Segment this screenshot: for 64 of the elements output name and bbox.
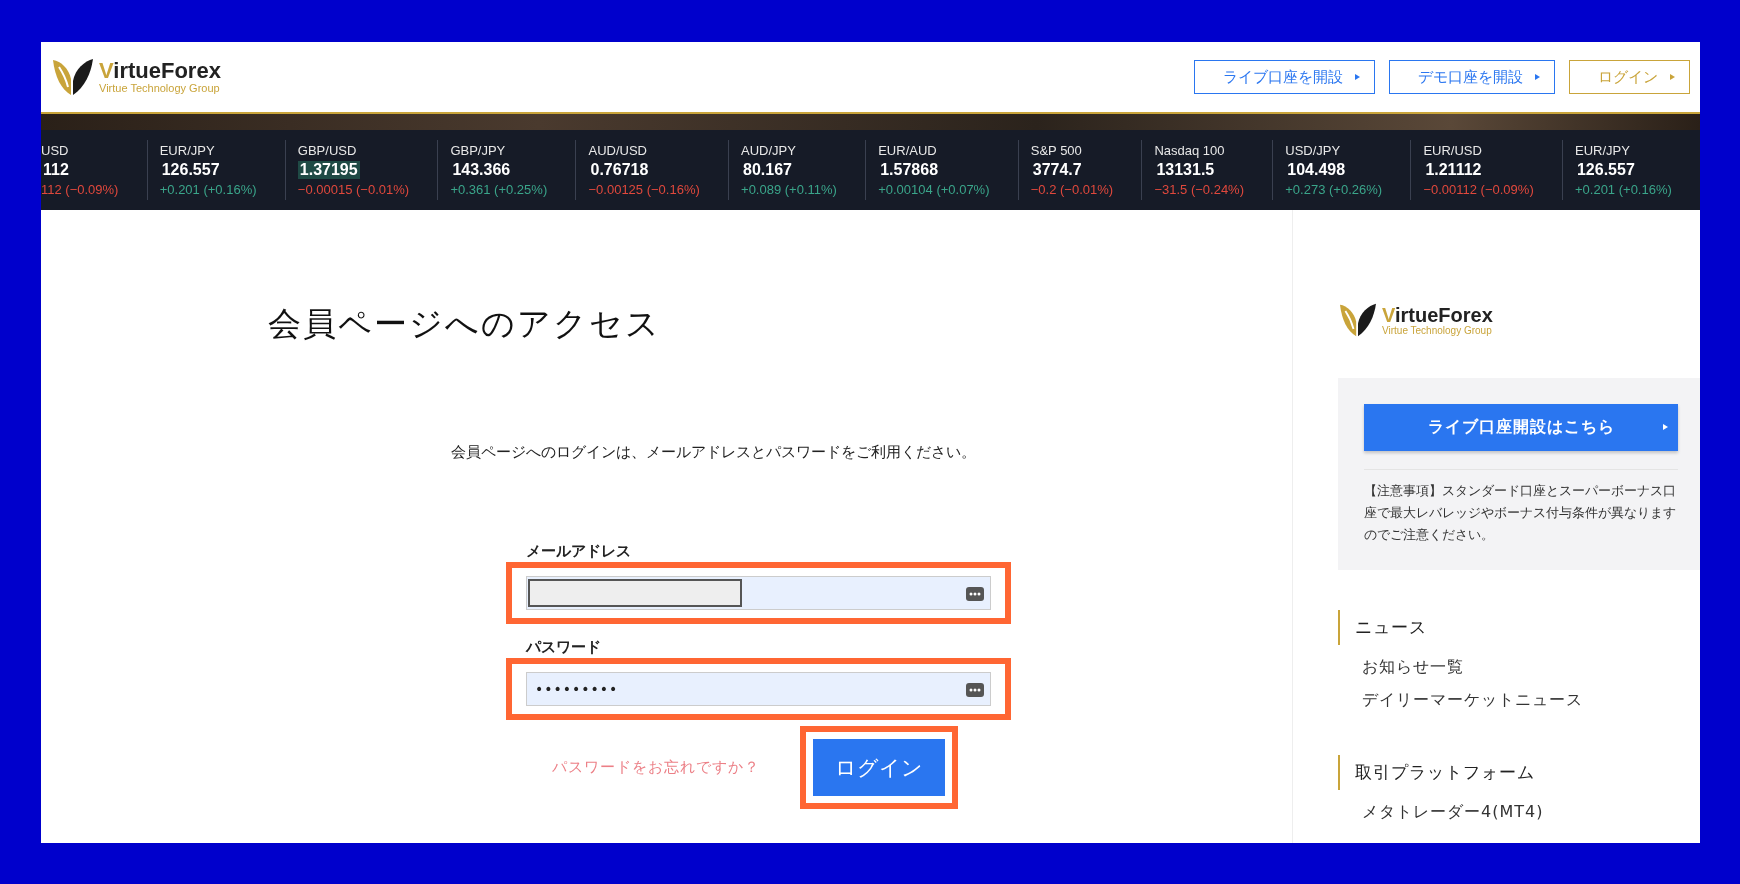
ticker-symbol: AUD/USD — [588, 143, 648, 158]
field-label: パスワード — [526, 638, 602, 657]
ticker-symbol: GBP/USD — [297, 143, 358, 158]
ticker-change: +0.089 (+0.11%) — [741, 182, 838, 197]
brand-name: VirtueForex — [1382, 304, 1493, 325]
ticker-change: +0.201 (+0.16%) — [159, 182, 258, 197]
page-title: 会員ページへのアクセス — [268, 303, 662, 345]
ticker-symbol: GBP/JPY — [450, 143, 507, 158]
ticker-price: 143.366 — [451, 161, 512, 179]
header-button[interactable]: ログイン — [1569, 60, 1690, 94]
ticker-price: 126.557 — [1575, 161, 1636, 179]
caret-icon — [1355, 74, 1360, 80]
ticker-change: −0.00125 (−0.16%) — [588, 182, 701, 197]
ticker-symbol: AUD/JPY — [741, 143, 797, 158]
ticker-price: 1.21112 — [1424, 161, 1483, 179]
ticker-price: 13131.5 — [1155, 161, 1216, 179]
ticker-price: 0.76718 — [589, 161, 650, 179]
ticker-change: +0.201 (+0.16%) — [1574, 182, 1673, 197]
header-button[interactable]: デモ口座を開設 — [1389, 60, 1555, 94]
sidebar-link[interactable]: メタトレーダー4(MT4) — [1362, 802, 1700, 823]
forgot-password-link[interactable]: パスワードをお忘れですか？ — [552, 758, 760, 777]
ticker-price: 104.498 — [1286, 161, 1347, 179]
login-button[interactable]: ログイン — [813, 739, 945, 796]
ticker-price: 1.57868 — [879, 161, 940, 179]
ticker-change: +0.00104 (+0.07%) — [878, 182, 991, 197]
ticker-change: +0.273 (+0.26%) — [1285, 182, 1384, 197]
field-label: メールアドレス — [526, 542, 632, 561]
ticker-price: 1.37195 — [297, 161, 360, 179]
caret-icon — [1663, 424, 1668, 430]
ticker-symbol: EUR/USD — [1423, 143, 1483, 158]
notice-text: 【注意事項】スタンダード口座とスーパーボーナス口座で最大レバレッジやボーナス付与条件が異なりますのでご注意ください。 — [1364, 469, 1678, 546]
sidebar-link[interactable]: お知らせ一覧 — [1362, 657, 1700, 678]
ticker-change: −31.5 (−0.24%) — [1154, 182, 1245, 197]
ticker-symbol: S&P 500 — [1030, 143, 1083, 158]
ticker-symbol: EUR/AUD — [878, 143, 938, 158]
brand-tagline: Virtue Technology Group — [99, 81, 221, 95]
ticker-price: 3774.7 — [1031, 161, 1083, 179]
ticker-change: +0.361 (+0.25%) — [450, 182, 549, 197]
ticker-price: 112 — [42, 161, 70, 179]
ticker-price: 126.557 — [160, 161, 221, 179]
open-live-account-button[interactable]: ライブ口座開設はこちら — [1364, 404, 1678, 451]
leaf-logo-icon — [51, 57, 95, 97]
leaf-logo-icon — [1338, 302, 1378, 338]
ticker-symbol: EUR/JPY — [1574, 143, 1631, 158]
ticker-symbol: Nasdaq 100 — [1154, 143, 1226, 158]
brand-name: VirtueForex — [99, 59, 221, 82]
sidebar-link[interactable]: デイリーマーケットニュース — [1362, 690, 1700, 711]
caret-icon — [1535, 74, 1540, 80]
caret-icon — [1670, 74, 1675, 80]
brand-tagline: Virtue Technology Group — [1382, 324, 1493, 336]
header-button[interactable]: ライブ口座を開設 — [1194, 60, 1375, 94]
password-field[interactable]: ••••••••• — [526, 672, 991, 706]
ticker-symbol: EUR/JPY — [159, 143, 216, 158]
ticker-change: −0.00015 (−0.01%) — [297, 182, 411, 197]
ticker-symbol: USD — [41, 143, 70, 158]
section-heading: ニュース — [1338, 610, 1700, 645]
ticker-change: −0.00112 (−0.09%) — [1423, 182, 1535, 197]
ticker-symbol: USD/JPY — [1285, 143, 1342, 158]
instruction-text: 会員ページへのログインは、メールアドレスとパスワードをご利用ください。 — [451, 443, 977, 462]
ticker-change: 112 (−0.09%) — [41, 182, 120, 197]
ticker-change: −0.2 (−0.01%) — [1030, 182, 1115, 197]
section-heading: 取引プラットフォーム — [1338, 755, 1700, 790]
ticker-price: 80.167 — [742, 161, 793, 179]
email-field[interactable] — [526, 576, 991, 610]
